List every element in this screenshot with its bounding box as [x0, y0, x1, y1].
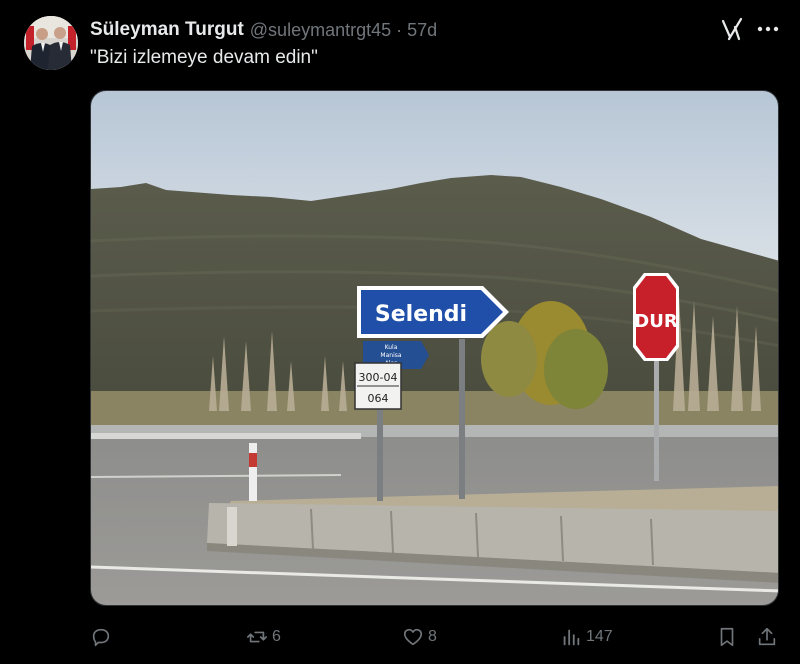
small-sign-line2: Manisa	[380, 352, 401, 359]
share-icon	[758, 627, 776, 646]
plate-line2: 064	[368, 392, 389, 405]
bookmark-icon	[720, 627, 734, 647]
author-handle[interactable]: @suleymantrgt45	[250, 20, 391, 41]
stop-sign-text: DUR	[634, 311, 678, 332]
selendi-direction-sign: Selendi	[357, 286, 509, 338]
share-button[interactable]	[756, 620, 778, 654]
reply-button[interactable]	[90, 620, 112, 654]
retweet-icon	[247, 631, 267, 643]
road-number-plate: 300-04 064	[354, 362, 402, 410]
separator-dot: ·	[396, 19, 403, 40]
stop-sign: DUR	[633, 273, 679, 361]
tweet-time[interactable]: 57d	[407, 20, 437, 41]
like-count: 8	[428, 628, 437, 645]
small-sign-line1: Kula	[385, 344, 398, 351]
like-button[interactable]: 8	[402, 620, 437, 654]
avatar[interactable]	[24, 16, 78, 70]
tweet: Süleyman Turgut @suleymantrgt45 · 57d "B…	[0, 0, 800, 664]
plate-line1: 300-04	[359, 371, 398, 384]
more-options-icon[interactable]	[756, 20, 780, 38]
grok-icon[interactable]	[720, 17, 744, 41]
retweet-count: 6	[272, 628, 281, 645]
tweet-photo[interactable]: Kula Manisa Alaş Selendi 300-04 064	[90, 90, 779, 606]
tweet-text: "Bizi izlemeye devam edin"	[90, 47, 318, 68]
retweet-button[interactable]: 6	[246, 620, 281, 654]
views-button[interactable]: 147	[560, 620, 613, 654]
avatar-photo	[24, 16, 78, 70]
sign-main-text: Selendi	[375, 302, 467, 327]
views-count: 147	[586, 628, 613, 645]
bookmark-button[interactable]	[716, 620, 738, 654]
reply-icon	[92, 628, 110, 647]
views-chart-icon	[563, 629, 580, 646]
tweet-header: Süleyman Turgut @suleymantrgt45 · 57d	[90, 18, 437, 42]
tweet-actions: 6 8 147	[0, 620, 800, 654]
heart-icon	[403, 628, 423, 646]
author-name[interactable]: Süleyman Turgut	[90, 19, 244, 41]
